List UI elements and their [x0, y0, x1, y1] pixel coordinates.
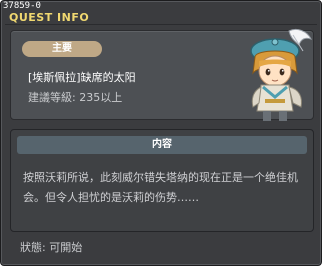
content-header: 内容 [17, 136, 307, 154]
quest-status: 狀態: 可開始 [20, 241, 83, 254]
quest-info-window: 37859-0 QUEST INFO 主要 [埃斯佩拉]缺席的太阳 建議等級: … [0, 0, 322, 266]
quest-content-panel: 内容 按照沃莉所说，此刻威尔错失塔纳的现在正是一个绝佳机会。但令人担忧的是沃莉的… [10, 129, 314, 232]
recommended-level: 建議等級: 235以上 [28, 91, 123, 104]
quest-name: [埃斯佩拉]缺席的太阳 [28, 71, 136, 84]
quest-type-badge: 主要 [22, 41, 102, 57]
window-title: QUEST INFO [9, 11, 90, 24]
quest-description: 按照沃莉所说，此刻威尔错失塔纳的现在正是一个绝佳机会。但令人担忧的是沃莉的伤势…… [23, 171, 298, 204]
quest-summary-panel: 主要 [埃斯佩拉]缺席的太阳 建議等級: 235以上 [10, 28, 314, 121]
npc-portrait-icon [250, 28, 312, 121]
quest-id: 37859-0 [3, 1, 41, 11]
